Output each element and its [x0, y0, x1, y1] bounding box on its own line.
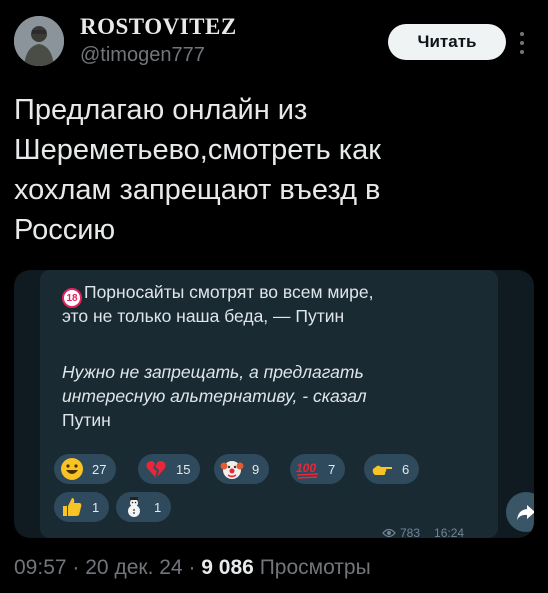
- post-line: 18 Порносайты смотрят во всем мире,: [62, 282, 374, 308]
- view-count: 783: [400, 526, 421, 538]
- separator: ·: [188, 556, 196, 579]
- tweet-line: Предлагаю онлайн из: [14, 94, 308, 126]
- broken-heart-icon: [146, 461, 166, 478]
- tweet-text: Предлагаю онлайн из Шереметьево,смотреть…: [14, 90, 534, 250]
- grinning-face-icon: [61, 458, 83, 480]
- message-time: 16:24: [434, 526, 465, 538]
- thumbs-up-icon: [63, 498, 82, 516]
- separator: ·: [72, 556, 80, 579]
- attached-image[interactable]: 18 Порносайты смотрят во всем мире, это н…: [14, 270, 534, 538]
- reaction-grinning[interactable]: 27: [54, 454, 117, 484]
- reaction-thumbs-up[interactable]: 1: [54, 492, 110, 522]
- follow-button[interactable]: Читать: [388, 24, 506, 60]
- avatar[interactable]: [14, 16, 64, 66]
- message-meta: 783 16:24: [382, 526, 464, 538]
- display-name[interactable]: ROSTOVITEZ: [80, 14, 237, 40]
- more-options-icon[interactable]: [518, 28, 526, 58]
- post-quote-line: интересную альтернативу, - сказал: [62, 386, 367, 406]
- post-quote-line: Нужно не запрещать, а предлагать: [62, 362, 364, 382]
- tweet-line: Шереметьево,смотреть как: [14, 134, 381, 166]
- share-arrow-icon: [517, 505, 534, 520]
- post-time[interactable]: 09:57: [14, 556, 67, 579]
- reaction-pointing-hand[interactable]: 6: [364, 454, 420, 484]
- post-date[interactable]: 20 дек. 24: [85, 556, 182, 579]
- adult-only-icon: 18: [62, 288, 82, 308]
- tweet-footer: 09:57 · 20 дек. 24 · 9 086 Просмотры: [14, 556, 371, 580]
- views-label: Просмотры: [259, 556, 371, 579]
- post-line: это не только наша беда, — Путин: [62, 306, 345, 326]
- clown-face-icon: [220, 461, 244, 479]
- snowman-icon: [128, 497, 140, 517]
- tweet-line: Россию: [14, 214, 116, 246]
- reaction-clown[interactable]: 9: [214, 454, 270, 484]
- reaction-hundred[interactable]: 100 7: [290, 454, 346, 484]
- user-handle[interactable]: @timogen777: [80, 44, 205, 67]
- reaction-snowman[interactable]: 1: [116, 492, 172, 522]
- views-count: 9 086: [201, 556, 254, 579]
- eye-icon: [382, 528, 396, 538]
- svg-text:100: 100: [296, 461, 316, 475]
- share-button[interactable]: [506, 492, 534, 532]
- tweet-line: хохлам запрещают въезд в: [14, 174, 381, 206]
- avatar-image: [14, 16, 64, 66]
- hundred-points-icon: 100: [296, 461, 319, 479]
- pointing-hand-icon: [372, 465, 392, 475]
- post-quote-line: Путин: [62, 410, 111, 430]
- reaction-broken-heart[interactable]: 15: [138, 454, 201, 484]
